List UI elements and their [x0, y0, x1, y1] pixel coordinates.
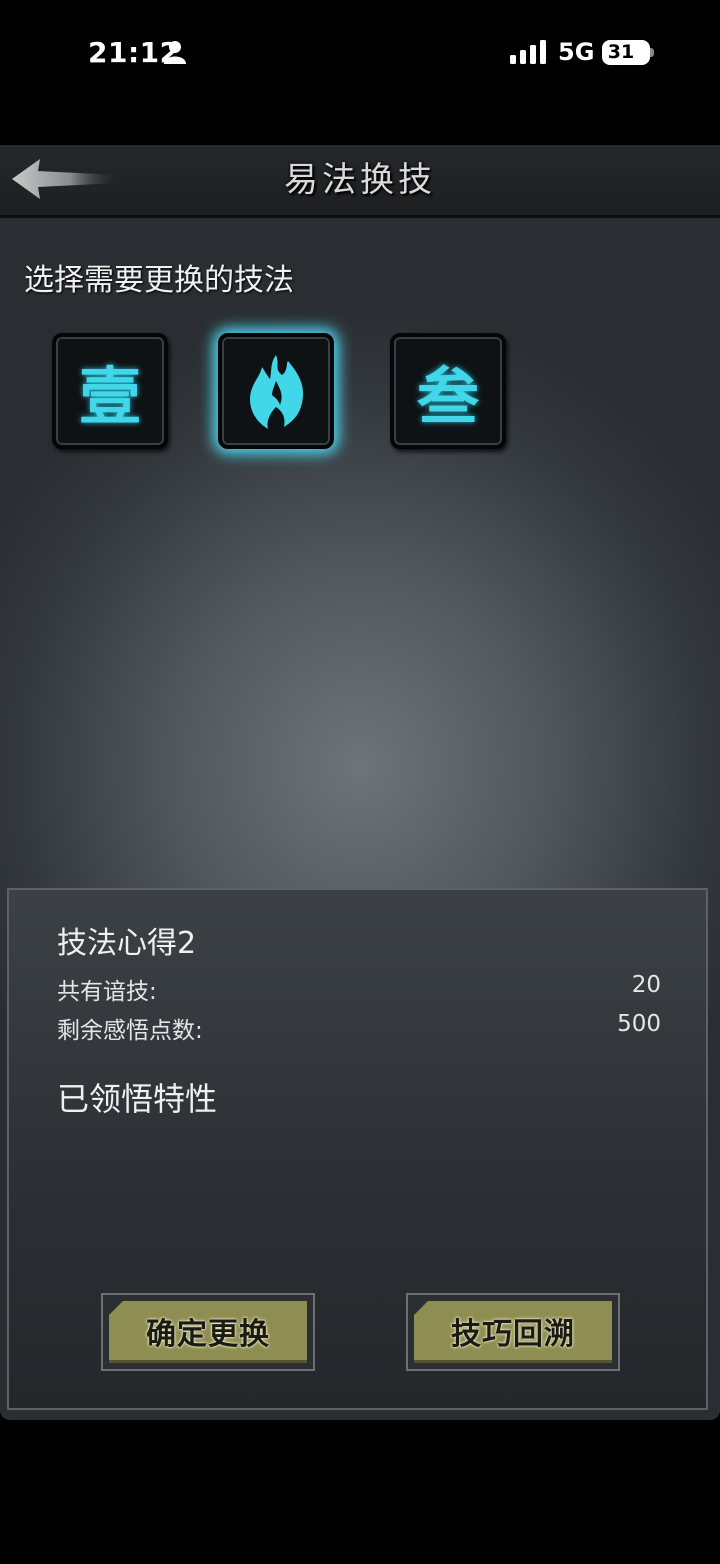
battery-icon: 31 [602, 40, 650, 65]
status-bar: 21:12 5G 31 [0, 0, 720, 100]
skill-rewind-label: 技巧回溯 [414, 1301, 612, 1363]
skill-slot-3-label: 叁 [416, 360, 479, 433]
skill-slot-1[interactable]: 壹 [52, 333, 168, 449]
title-bar: 易法换技 [0, 145, 720, 218]
flame-icon [250, 355, 304, 429]
confirm-change-button[interactable]: 确定更换 [101, 1293, 315, 1371]
points-value: 500 [617, 1011, 661, 1037]
page-title: 易法换技 [284, 160, 436, 200]
signal-icon [510, 40, 546, 64]
skill-rewind-button[interactable]: 技巧回溯 [406, 1293, 620, 1371]
battery-nub [650, 48, 654, 57]
info-panel: 技法心得2 共有谙技: 20 剩余感悟点数: 500 已领悟特性 确定更换 技巧… [7, 888, 708, 1410]
points-label: 剩余感悟点数: [57, 1018, 203, 1044]
person-icon [164, 41, 186, 64]
skill-slot-1-label: 壹 [78, 360, 141, 433]
skill-slot-3[interactable]: 叁 [390, 333, 506, 449]
skills-value: 20 [631, 972, 661, 998]
network-label: 5G [558, 38, 595, 66]
skill-slot-2[interactable] [218, 333, 334, 449]
skills-label: 共有谙技: [57, 979, 157, 1005]
confirm-change-label: 确定更换 [109, 1301, 307, 1363]
selection-prompt: 选择需要更换的技法 [24, 263, 294, 298]
game-screen: 易法换技 选择需要更换的技法 壹 叁 技法心得2 共有谙技: 20 剩余感悟点数… [0, 145, 720, 1420]
technique-title: 技法心得2 [57, 926, 197, 961]
traits-heading: 已领悟特性 [57, 1080, 218, 1118]
battery-level: 31 [607, 41, 635, 63]
